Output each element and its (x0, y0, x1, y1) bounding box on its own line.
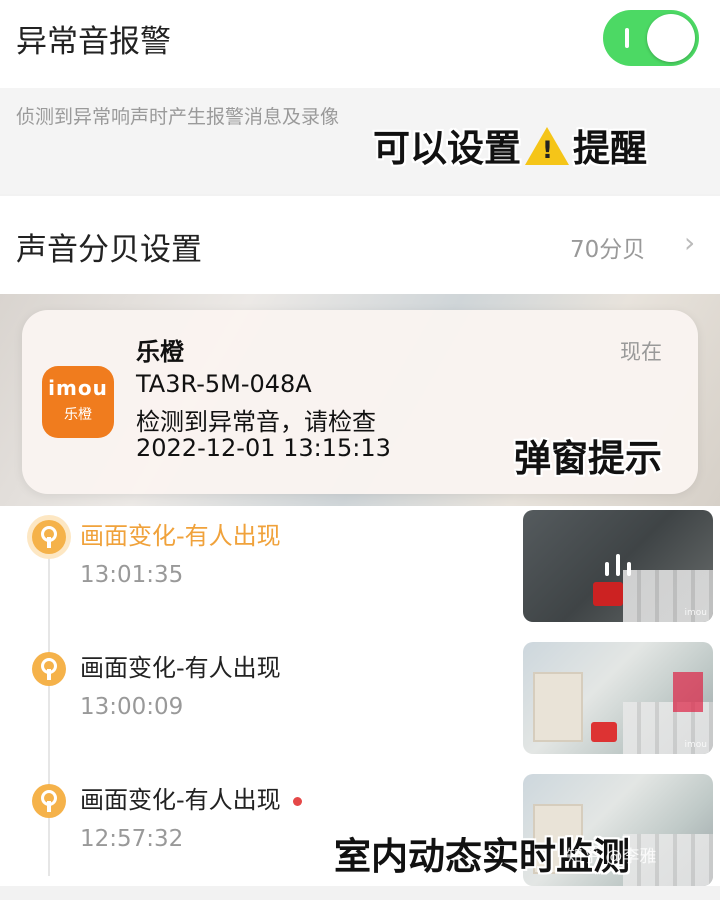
watermark: 知乎 @李雅 (566, 847, 657, 867)
lightbulb-icon (32, 784, 66, 818)
alarm-description-block: 侦测到异常响声时产生报警消息及录像 可以设置 提醒 (0, 88, 720, 194)
event-item[interactable]: 画面变化-有人出现 13:00:09 imou (0, 638, 720, 768)
event-title: 画面变化-有人出现 (80, 654, 281, 682)
abnormal-sound-alarm-toggle[interactable] (603, 10, 699, 66)
event-item[interactable]: 画面变化-有人出现 13:01:35 imou (0, 506, 720, 636)
event-time: 13:01:35 (80, 562, 184, 588)
notification-timestamp: 2022-12-01 13:15:13 (136, 434, 391, 462)
thumbnail-brand: imou (684, 608, 707, 618)
event-time: 13:00:09 (80, 694, 184, 720)
thumbnail-playset (673, 672, 703, 712)
unread-dot (292, 796, 302, 806)
abnormal-sound-alarm-row: 异常音报警 (0, 0, 720, 88)
event-title-text: 画面变化-有人出现 (80, 786, 281, 814)
thumbnail-toy (591, 722, 617, 742)
event-title: 画面变化-有人出现 (80, 522, 281, 550)
loading-icon (603, 554, 633, 578)
chevron-right-icon: › (684, 226, 696, 259)
toggle-knob (647, 14, 695, 62)
toggle-on-indicator (625, 28, 629, 48)
thumbnail-toy (593, 582, 623, 606)
decibel-setting-title: 声音分贝设置 (16, 232, 202, 268)
caption-1-right: 提醒 (573, 127, 647, 170)
warning-icon (525, 127, 569, 165)
event-title: 画面变化-有人出现 (80, 780, 302, 815)
notification-app-name: 乐橙 (136, 338, 184, 366)
event-time: 12:57:32 (80, 826, 184, 852)
app-icon-label: 乐橙 (64, 407, 92, 423)
notification-time: 现在 (620, 340, 662, 364)
event-thumbnail[interactable]: imou (523, 642, 713, 754)
caption-can-set-reminder: 可以设置 提醒 (373, 118, 647, 172)
thumbnail-shelf (533, 672, 583, 742)
alarm-description: 侦测到异常响声时产生报警消息及录像 (16, 106, 340, 128)
event-thumbnail[interactable]: imou (523, 510, 713, 622)
app-icon-brand: imou (48, 376, 108, 400)
caption-popup-hint: 弹窗提示 (514, 437, 662, 480)
lightbulb-icon (32, 520, 66, 554)
imou-app-icon: imou 乐橙 (42, 366, 114, 438)
notification-device: TA3R-5M-048A (136, 370, 312, 398)
thumbnail-brand: imou (684, 740, 707, 750)
decibel-value: 70分贝 (570, 237, 646, 263)
notification-message: 检测到异常音，请检查 (136, 408, 376, 436)
caption-1-left: 可以设置 (373, 127, 521, 170)
lightbulb-icon (32, 652, 66, 686)
decibel-setting-row[interactable]: 声音分贝设置 70分贝 › (0, 196, 720, 294)
abnormal-sound-alarm-title: 异常音报警 (16, 24, 171, 60)
